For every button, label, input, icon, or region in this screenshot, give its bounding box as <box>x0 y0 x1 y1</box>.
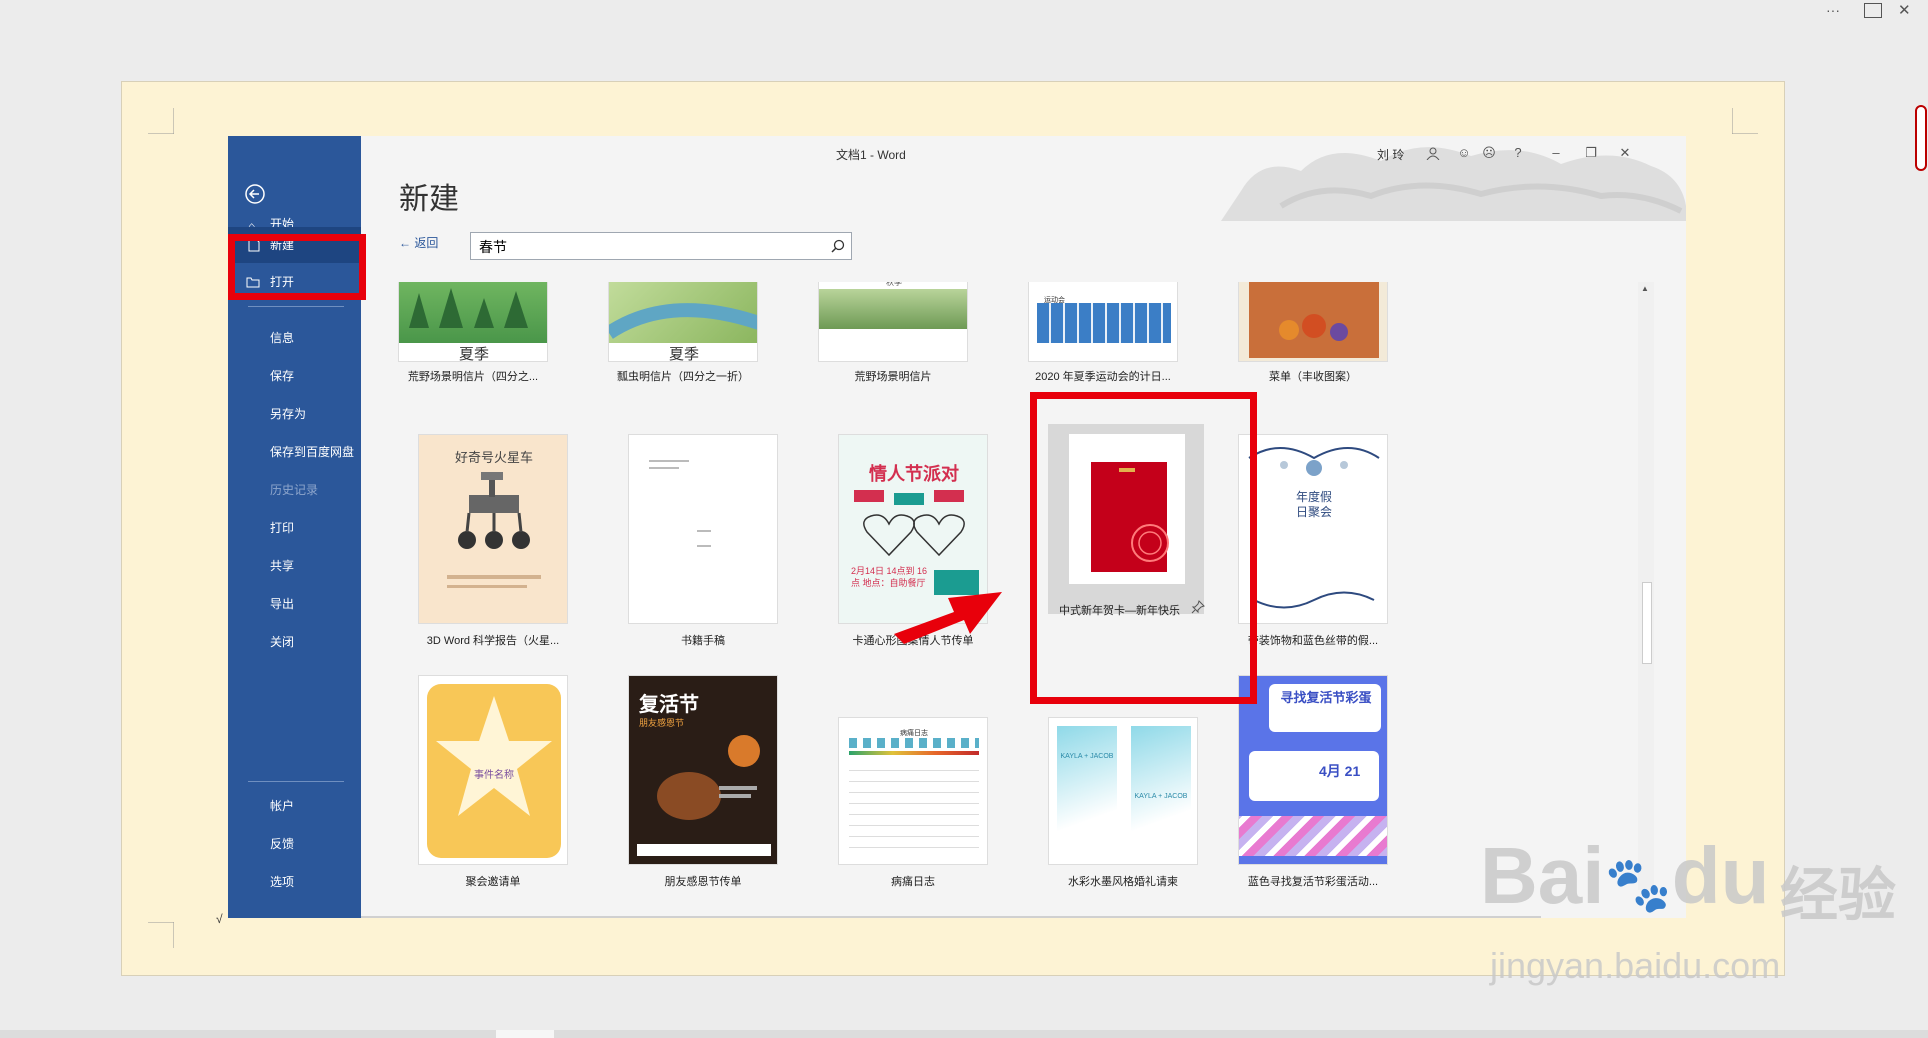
sidebar-item-history: 历史记录 <box>270 483 319 497</box>
sidebar-item-save-as[interactable]: 另存为 <box>228 396 361 432</box>
template-thumbnail <box>1238 282 1388 362</box>
annotation-arrow-icon <box>894 592 1002 644</box>
horizontal-scrollbar[interactable] <box>361 916 1541 918</box>
sidebar-item-share[interactable]: 共享 <box>228 548 361 584</box>
template-thumbnail: 秋季 <box>818 282 968 362</box>
restore-icon[interactable]: ❐ <box>1579 142 1603 164</box>
template-thumbnail: 夏季 <box>398 282 548 362</box>
close-app-icon[interactable]: ✕ <box>1898 1 1911 19</box>
close-icon[interactable]: ✕ <box>1613 142 1637 164</box>
word-backstage-window: ⌂ 开始 新建 打开 信息 保存 另存为 保存到百度网盘 历史记录 打印 共享 … <box>228 136 1686 918</box>
search-icon[interactable] <box>831 239 845 253</box>
template-search-box[interactable] <box>470 232 852 260</box>
sidebar-item-account[interactable]: 帐户 <box>228 788 361 824</box>
sidebar-separator <box>248 306 344 307</box>
help-icon[interactable]: ? <box>1506 142 1530 164</box>
sidebar-separator <box>248 781 344 782</box>
template-thumbnail: KAYLA + JACOB KAYLA + JACOB <box>1048 717 1198 865</box>
template-thumbnail: 病痛日志 <box>838 717 988 865</box>
frown-feedback-icon[interactable]: ☹ <box>1477 142 1501 164</box>
template-thumbnail: 寻找复活节彩蛋 4月 21 <box>1238 675 1388 865</box>
sidebar-item-feedback[interactable]: 反馈 <box>228 826 361 862</box>
user-name[interactable]: 刘 玲 <box>1377 146 1404 163</box>
scrollbar-thumb[interactable] <box>1642 582 1652 664</box>
back-link[interactable]: ← 返回 <box>399 234 438 251</box>
sidebar-item-export[interactable]: 导出 <box>228 586 361 622</box>
page-title: 新建 <box>399 183 459 216</box>
template-thumbnail: 年度假日聚会 <box>1238 434 1388 624</box>
template-thumbnail: 复活节 朋友感恩节 <box>628 675 778 865</box>
mars-rover-image <box>458 472 530 549</box>
baidu-watermark: Bai🐾du 经验 jingyan.baidu.com <box>1480 831 1897 986</box>
crop-mark-top-left <box>148 108 174 134</box>
left-arrow-icon: ← <box>399 236 411 250</box>
layout-icon[interactable] <box>1864 3 1882 18</box>
status-strip <box>0 1030 1928 1038</box>
minimize-icon[interactable]: – <box>1544 142 1568 164</box>
search-input[interactable] <box>477 234 821 260</box>
smile-feedback-icon[interactable]: ☺ <box>1452 142 1476 164</box>
star-image <box>436 696 552 816</box>
more-options-icon[interactable]: ··· <box>1826 2 1840 18</box>
crop-mark-top-right <box>1732 108 1758 134</box>
template-thumbnail: 运动会 <box>1028 282 1178 362</box>
backstage-main: 文档1 - Word 刘 玲 ☺ ☹ ? – ❐ ✕ 新建 ← 返回 春节 夏季… <box>361 136 1686 918</box>
sidebar-item-close[interactable]: 关闭 <box>228 624 361 660</box>
vertical-scrollbar[interactable]: ▲ <box>1638 282 1654 890</box>
template-thumbnail: 事件名称 <box>418 675 568 865</box>
sidebar-item-info[interactable]: 信息 <box>228 320 361 356</box>
checkmark-icon: √ <box>216 912 223 926</box>
template-thumbnail: 夏季 <box>608 282 758 362</box>
page-scrollbar-thumb[interactable] <box>1915 105 1927 171</box>
hearts-image <box>863 514 965 557</box>
sidebar-item-print[interactable]: 打印 <box>228 510 361 546</box>
turkey-image <box>657 735 760 820</box>
back-arrow-icon[interactable] <box>243 182 267 206</box>
title-bar: 文档1 - Word 刘 玲 ☺ ☹ ? – ❐ ✕ <box>361 136 1686 170</box>
crop-mark-bottom-left <box>148 922 174 948</box>
window-title: 文档1 - Word <box>836 148 906 162</box>
sidebar-item-options[interactable]: 选项 <box>228 864 361 900</box>
user-avatar-icon[interactable] <box>1421 142 1445 164</box>
annotation-box-new <box>228 234 366 300</box>
annotation-box-template <box>1030 392 1257 704</box>
template-thumbnail <box>628 434 778 624</box>
sidebar-item-save[interactable]: 保存 <box>228 358 361 394</box>
template-thumbnail: 好奇号火星车 <box>418 434 568 624</box>
sidebar-item-save-baidu[interactable]: 保存到百度网盘 <box>228 434 361 470</box>
scroll-up-icon[interactable]: ▲ <box>1641 284 1649 293</box>
